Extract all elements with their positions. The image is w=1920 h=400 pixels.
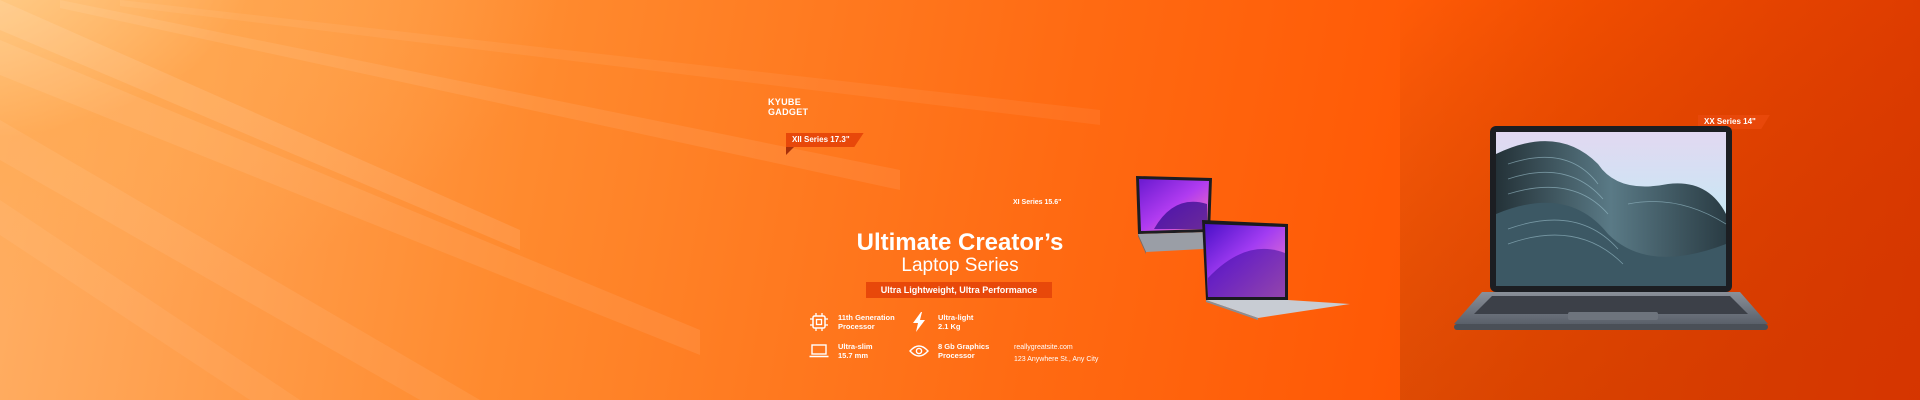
- headline-line2: Laptop Series: [901, 255, 1019, 276]
- feature-thickness-line1: Ultra-slim: [838, 342, 873, 351]
- brand-line2: GADGET: [768, 107, 809, 117]
- cpu-chip-icon: [808, 311, 830, 333]
- laptop-medium-image: [1202, 220, 1350, 320]
- feature-processor-line1: 11th Generation: [838, 313, 895, 322]
- feature-weight-line2: 2.1 Kg: [938, 322, 961, 331]
- feature-weight-line1: Ultra-light: [938, 313, 974, 322]
- headline-line1: Ultimate Creator’s: [856, 229, 1064, 256]
- brand-line1: KYUBE: [768, 97, 802, 107]
- feature-thickness: Ultra-slim 15.7 mm: [808, 340, 873, 362]
- feature-processor: 11th Generation Processor: [808, 311, 895, 333]
- eye-icon: [908, 340, 930, 362]
- laptop-icon: [808, 340, 830, 362]
- promo-banner: KYUBE GADGET XII Series 17.3" XI Series …: [0, 0, 1920, 400]
- tagline-pill: Ultra Lightweight, Ultra Performance: [866, 282, 1052, 298]
- feature-thickness-line2: 15.7 mm: [838, 351, 869, 360]
- contact-address: 123 Anywhere St., Any City: [1014, 356, 1099, 363]
- feature-graphics-line1: 8 Gb Graphics: [938, 342, 990, 351]
- feature-graphics: 8 Gb Graphics Processor: [908, 340, 989, 362]
- contact-website[interactable]: reallygreatsite.com: [1014, 342, 1098, 354]
- xii-series-tag: XII Series 17.3": [786, 133, 864, 147]
- laptop-large-image: [1454, 126, 1768, 330]
- brand-logo-text: KYUBE GADGET: [768, 97, 808, 117]
- feature-graphics-line2: Processor: [938, 351, 975, 360]
- xii-tag-fold: [786, 147, 794, 155]
- feature-processor-line2: Processor: [838, 322, 875, 331]
- feature-weight: Ultra-light 2.1 Kg: [908, 311, 973, 333]
- headline: Ultimate Creator’s Laptop Series: [830, 230, 1090, 276]
- contact-info: reallygreatsite.com 123 Anywhere St., An…: [1014, 342, 1098, 366]
- lightning-bolt-icon: [908, 311, 930, 333]
- xi-series-tag: XI Series 15.6": [1013, 199, 1062, 206]
